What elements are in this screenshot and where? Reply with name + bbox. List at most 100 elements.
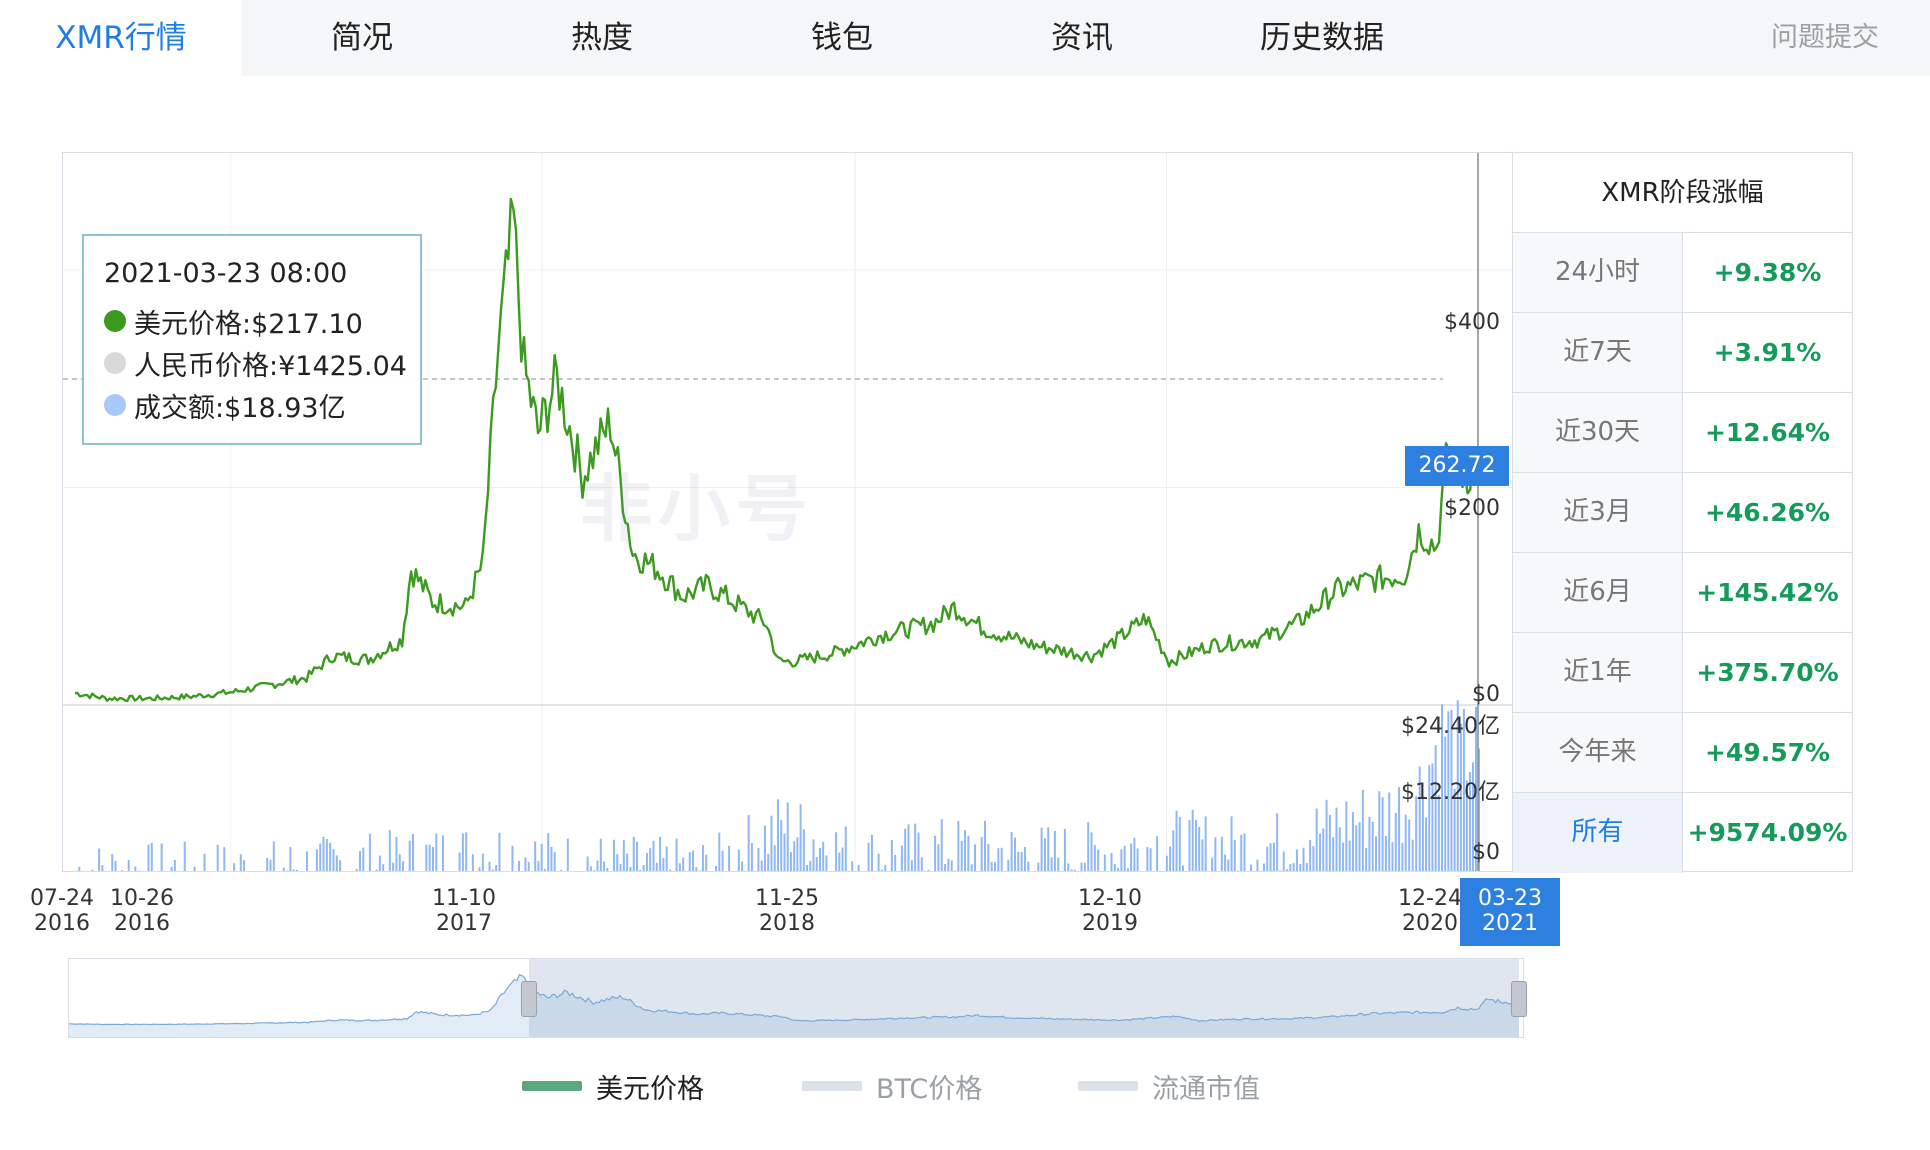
volume-bar	[1240, 834, 1243, 871]
volume-bar	[1256, 859, 1259, 871]
volume-bar	[1355, 825, 1358, 871]
stats-row[interactable]: 今年来 +49.57%	[1513, 713, 1852, 793]
volume-bar	[659, 836, 662, 871]
volume-bar	[1332, 837, 1335, 871]
tab-overview[interactable]: 简况	[242, 0, 482, 76]
volume-bar	[325, 838, 328, 871]
volume-bar	[780, 820, 783, 871]
stats-row[interactable]: 近30天 +12.64%	[1513, 393, 1852, 473]
volume-bar	[639, 869, 642, 871]
volume-bar	[1269, 843, 1272, 871]
stats-row[interactable]: 24小时 +9.38%	[1513, 233, 1852, 313]
tab-xmr-market[interactable]: XMR行情	[0, 0, 242, 76]
volume-bar	[511, 845, 514, 871]
legend-label: BTC价格	[876, 1073, 983, 1105]
volume-bar	[305, 851, 308, 871]
volume-bar	[1233, 840, 1236, 871]
volume-bar	[1123, 845, 1126, 871]
x-tick-label: 11-10 2017	[432, 886, 496, 936]
stats-row[interactable]: 近3月 +46.26%	[1513, 473, 1852, 553]
volume-bar	[1146, 846, 1149, 871]
tab-popularity[interactable]: 热度	[482, 0, 722, 76]
volume-bar	[111, 853, 114, 871]
volume-bar	[629, 866, 632, 871]
legend-market-cap[interactable]: 流通市值	[1078, 1068, 1260, 1105]
volume-bar	[534, 841, 537, 871]
volume-bar	[750, 842, 753, 871]
volume-bar	[1063, 828, 1066, 871]
volume-bar	[626, 853, 629, 871]
volume-bar	[1103, 854, 1106, 871]
volume-bar	[678, 863, 681, 871]
volume-bar	[547, 833, 550, 871]
volume-bar	[818, 847, 821, 871]
x-tick-label: 12-10 2019	[1078, 886, 1142, 936]
volume-bar	[491, 869, 494, 871]
stats-row[interactable]: 近1年 +375.70%	[1513, 633, 1852, 713]
volume-bar	[527, 861, 530, 871]
tab-wallet[interactable]: 钱包	[722, 0, 962, 76]
volume-bar	[362, 847, 365, 871]
volume-bar	[203, 853, 206, 871]
report-issue-link[interactable]: 问题提交	[1740, 0, 1910, 76]
volume-bar	[1338, 827, 1341, 871]
stats-value: +12.64%	[1704, 418, 1831, 447]
volume-bar	[940, 819, 943, 871]
range-navigator[interactable]	[68, 958, 1527, 1038]
volume-bar	[1172, 830, 1175, 871]
volume-bar	[1322, 828, 1325, 871]
volume-bar	[806, 865, 809, 871]
volume-bar	[737, 849, 740, 871]
range-handle-right[interactable]	[1511, 981, 1527, 1017]
volume-bar	[920, 857, 923, 871]
legend-swatch	[522, 1081, 582, 1091]
tab-history[interactable]: 历史数据	[1202, 0, 1442, 76]
volume-bar	[537, 861, 540, 871]
volume-bar	[993, 862, 996, 871]
x-tick-label-current: 03-23 2021	[1460, 878, 1560, 946]
volume-bar	[937, 844, 940, 871]
volume-bar	[121, 870, 124, 871]
volume-bar	[1211, 857, 1214, 871]
legend-usd-price[interactable]: 美元价格	[522, 1068, 704, 1105]
volume-bar	[461, 833, 464, 871]
stats-row-all[interactable]: 所有 +9574.09%	[1513, 793, 1852, 873]
volume-bar	[1201, 839, 1204, 871]
volume-bar	[960, 841, 963, 871]
volume-bar	[1175, 810, 1178, 871]
volume-bar	[1027, 861, 1030, 871]
volume-bar	[1130, 843, 1133, 871]
volume-bar	[1309, 839, 1312, 871]
volume-bar	[721, 850, 724, 871]
volume-bar	[796, 837, 799, 871]
volume-bar	[914, 823, 917, 871]
volume-bar	[1279, 870, 1282, 871]
volume-bar	[1249, 864, 1252, 871]
volume-bar	[170, 866, 173, 871]
tab-news[interactable]: 资讯	[962, 0, 1202, 76]
volume-bar	[770, 815, 773, 871]
x-tick-label: 10-26 2016	[110, 886, 174, 936]
legend-btc-price[interactable]: BTC价格	[802, 1068, 983, 1105]
volume-bar	[980, 836, 983, 871]
volume-bar	[1191, 809, 1194, 871]
legend-label: 美元价格	[596, 1073, 704, 1105]
volume-bar	[1133, 837, 1136, 871]
volume-bar	[335, 855, 338, 871]
stats-row[interactable]: 近6月 +145.42%	[1513, 553, 1852, 633]
y-tick-volume-0: $0	[1472, 840, 1500, 865]
volume-bar	[289, 847, 292, 871]
stats-label: 近6月	[1513, 553, 1683, 632]
volume-bar	[1040, 827, 1043, 871]
chart-tooltip: 2021-03-23 08:00 美元价格:$217.10 人民币价格:¥142…	[82, 234, 422, 445]
volume-bar	[339, 860, 342, 871]
tooltip-cny-price-text: 人民币价格:¥1425.04	[134, 350, 407, 382]
y-tick-price-200: $200	[1444, 496, 1500, 521]
volume-bar	[835, 832, 838, 871]
volume-bar	[642, 865, 645, 871]
volume-bar	[957, 820, 960, 871]
x-tick-label: 12-24 2020	[1398, 886, 1462, 936]
volume-bar	[292, 869, 295, 871]
range-handle-left[interactable]	[521, 981, 537, 1017]
stats-row[interactable]: 近7天 +3.91%	[1513, 313, 1852, 393]
